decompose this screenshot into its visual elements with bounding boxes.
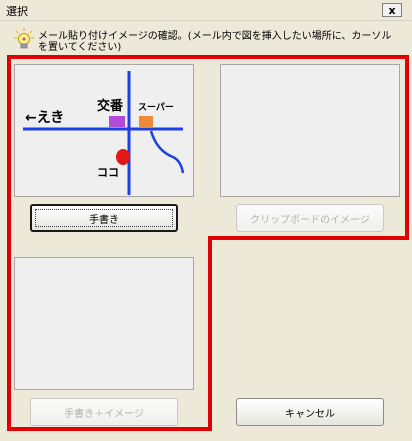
station-label: ←えき [25,110,64,126]
close-icon: x [388,3,396,17]
police-box-label: 交番 [97,98,124,114]
title-bar: 選択 x [0,0,412,21]
supermarket-marker [139,116,153,127]
here-marker [116,149,130,165]
here-label: ココ [97,166,119,179]
clipboard-preview-panel [220,64,400,197]
lightbulb-icon [14,28,34,49]
side-road [149,130,185,174]
handwriting-preview-panel: ←えき 交番 スーパー ココ [14,64,194,197]
focus-rect [35,209,173,227]
handwriting-plus-image-button[interactable]: 手書き＋イメージ [30,398,178,426]
supermarket-label: スーパー [138,101,174,113]
window-title: 選択 [6,5,28,18]
handwritten-map-sketch: ←えき 交番 スーパー ココ [23,71,185,195]
handwriting-button[interactable]: 手書き [30,204,178,232]
clipboard-image-button[interactable]: クリップボードのイメージ [236,204,384,232]
cancel-button-label: キャンセル [285,408,335,420]
clipboard-image-button-label: クリップボードのイメージ [250,214,370,226]
instruction-text: メール貼り付けイメージの確認。(メール内で図を挿入したい場所に、カーソルを置いて… [38,31,392,53]
police-box-marker [109,116,125,127]
cancel-button[interactable]: キャンセル [236,398,384,426]
handwriting-plus-image-button-label: 手書き＋イメージ [64,408,144,420]
close-button[interactable]: x [382,3,402,17]
combined-preview-panel [14,257,194,390]
